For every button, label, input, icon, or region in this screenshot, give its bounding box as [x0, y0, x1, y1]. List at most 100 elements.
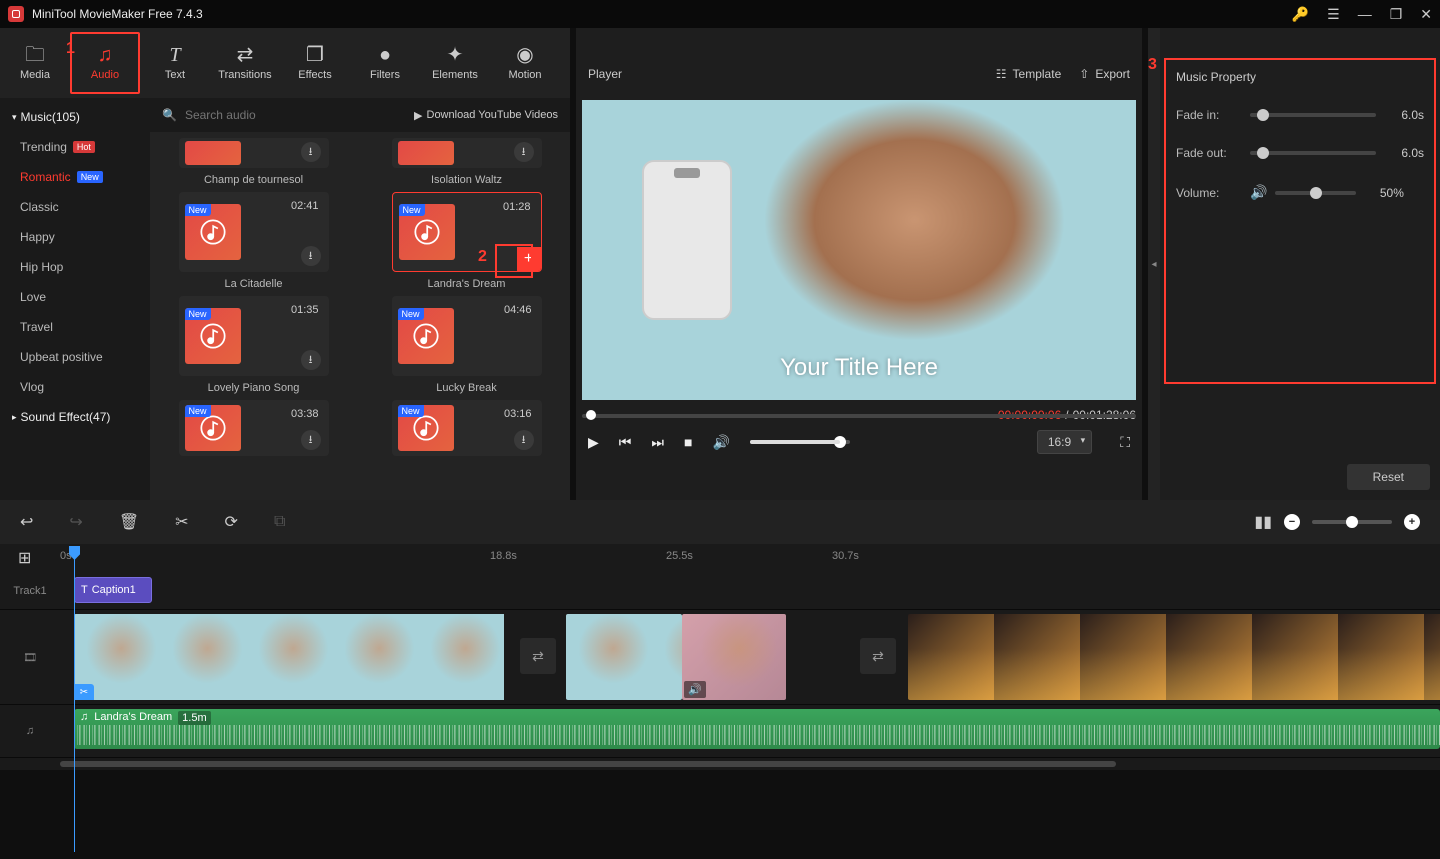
- download-icon[interactable]: ⭳: [301, 142, 321, 162]
- tab-media[interactable]: 🗀Media: [0, 32, 70, 94]
- audio-duration: 01:35: [291, 304, 319, 316]
- stop-button[interactable]: ■: [684, 434, 692, 450]
- reset-button[interactable]: Reset: [1347, 464, 1430, 490]
- delete-button[interactable]: 🗑: [119, 512, 139, 532]
- timeline-panel: ↩ ↪ 🗑 ✂ ⟳ ⧉ ▮▮ − + ⊞ 0s 18.8s 25.5s 30.7…: [0, 500, 1440, 770]
- export-button[interactable]: ⇧Export: [1079, 67, 1130, 81]
- audio-duration: 03:16: [504, 408, 532, 420]
- video-clip[interactable]: ✂: [74, 614, 508, 700]
- zoom-out-button[interactable]: −: [1284, 514, 1300, 530]
- effects-icon: ❐: [306, 45, 324, 65]
- fadeout-slider[interactable]: [1250, 151, 1376, 155]
- speed-button[interactable]: ⟳: [225, 512, 238, 532]
- category-travel[interactable]: Travel: [0, 312, 150, 342]
- playhead[interactable]: [74, 546, 75, 852]
- audio-card[interactable]: New 03:38 ⭳: [160, 400, 347, 456]
- audio-card[interactable]: New 03:16 ⭳: [373, 400, 560, 456]
- volume-value: 50%: [1364, 186, 1404, 200]
- fadein-slider[interactable]: [1250, 113, 1376, 117]
- undo-button[interactable]: ↩: [20, 512, 33, 532]
- template-button[interactable]: ☷Template: [996, 67, 1061, 81]
- tab-elements[interactable]: ✦Elements: [420, 32, 490, 94]
- youtube-icon: ▶: [414, 109, 422, 122]
- tab-audio[interactable]: ♫Audio: [70, 32, 140, 94]
- category-trending[interactable]: TrendingHot: [0, 132, 150, 162]
- zoom-slider[interactable]: [1312, 520, 1392, 524]
- category-upbeat[interactable]: Upbeat positive: [0, 342, 150, 372]
- video-clip[interactable]: 🔊: [682, 614, 786, 700]
- download-icon[interactable]: ⭳: [301, 430, 321, 450]
- download-youtube-link[interactable]: ▶Download YouTube Videos: [414, 109, 558, 122]
- redo-button: ↪: [69, 512, 82, 532]
- audio-card[interactable]: ⭳ Champ de tournesol: [160, 138, 347, 186]
- video-preview[interactable]: Your Title Here: [582, 100, 1136, 400]
- new-badge: New: [398, 308, 424, 320]
- category-classic[interactable]: Classic: [0, 192, 150, 222]
- category-love[interactable]: Love: [0, 282, 150, 312]
- seek-bar[interactable]: [582, 412, 1136, 420]
- search-input[interactable]: [185, 108, 406, 122]
- add-to-timeline-button[interactable]: +: [517, 247, 541, 271]
- music-note-icon: ♫: [98, 45, 113, 65]
- category-romantic[interactable]: RomanticNew: [0, 162, 150, 192]
- aspect-ratio-select[interactable]: 16:9: [1037, 430, 1092, 454]
- close-icon[interactable]: ✕: [1420, 6, 1432, 23]
- transition-slot[interactable]: ⇄: [860, 638, 896, 674]
- add-track-button[interactable]: ⊞: [18, 548, 31, 568]
- library-panel: 🗀Media ♫Audio TText ⇄Transitions ❐Effect…: [0, 28, 570, 500]
- transition-slot[interactable]: ⇄: [520, 638, 556, 674]
- audio-clip[interactable]: ♫ Landra's Dream 1.5m: [74, 709, 1440, 749]
- timeline-ruler[interactable]: ⊞ 0s 18.8s 25.5s 30.7s: [0, 544, 1440, 572]
- download-icon[interactable]: ⭳: [514, 142, 534, 162]
- audio-title: Champ de tournesol: [204, 174, 303, 186]
- video-clip[interactable]: [566, 614, 682, 700]
- video-clip[interactable]: [908, 614, 1440, 700]
- zoom-in-button[interactable]: +: [1404, 514, 1420, 530]
- download-icon[interactable]: ⭳: [301, 246, 321, 266]
- category-vlog[interactable]: Vlog: [0, 372, 150, 402]
- caption-clip[interactable]: T Caption1: [74, 577, 152, 603]
- volume-slider[interactable]: [750, 440, 850, 444]
- volume-icon[interactable]: 🔊: [712, 434, 729, 451]
- hot-badge: Hot: [73, 141, 95, 153]
- download-icon[interactable]: ⭳: [514, 430, 534, 450]
- prev-frame-button[interactable]: ⏮: [619, 434, 632, 451]
- split-button[interactable]: ✂: [175, 512, 188, 532]
- menu-icon[interactable]: ☰: [1327, 6, 1340, 23]
- audio-duration: 01:28: [503, 201, 531, 213]
- download-icon[interactable]: ⭳: [301, 350, 321, 370]
- audio-card-selected[interactable]: New 01:28 + Landra's Dream 2: [373, 192, 560, 290]
- timeline-scrollbar[interactable]: [0, 758, 1440, 770]
- audio-card[interactable]: ⭳ Isolation Waltz: [373, 138, 560, 186]
- track-head-audio: ♫: [0, 705, 60, 757]
- tab-motion[interactable]: ◉Motion: [490, 32, 560, 94]
- snap-icon[interactable]: ▮▮: [1254, 512, 1272, 532]
- tab-filters[interactable]: ●Filters: [350, 32, 420, 94]
- music-volume-slider[interactable]: [1275, 191, 1355, 195]
- category-soundeffect[interactable]: Sound Effect(47): [0, 402, 150, 432]
- tab-transitions[interactable]: ⇄Transitions: [210, 32, 280, 94]
- category-hiphop[interactable]: Hip Hop: [0, 252, 150, 282]
- license-key-icon[interactable]: 🔑: [1292, 6, 1309, 23]
- fullscreen-icon[interactable]: ⛶: [1120, 434, 1130, 451]
- next-frame-button[interactable]: ⏭: [651, 434, 664, 451]
- maximize-icon[interactable]: ❐: [1390, 6, 1403, 23]
- category-happy[interactable]: Happy: [0, 222, 150, 252]
- fadeout-value: 6.0s: [1384, 146, 1424, 160]
- minimize-icon[interactable]: —: [1358, 6, 1372, 22]
- search-icon: 🔍: [162, 108, 177, 122]
- category-music[interactable]: Music(105): [0, 102, 150, 132]
- layers-icon: ☷: [996, 67, 1007, 81]
- tab-effects[interactable]: ❐Effects: [280, 32, 350, 94]
- fadein-value: 6.0s: [1384, 108, 1424, 122]
- tab-text[interactable]: TText: [140, 32, 210, 94]
- new-badge: New: [77, 171, 103, 183]
- panel-collapse-handle[interactable]: ◂: [1148, 28, 1160, 500]
- track-head-caption: Track1: [0, 572, 60, 609]
- audio-card[interactable]: New 02:41 ⭳ La Citadelle: [160, 192, 347, 290]
- audio-card[interactable]: New 04:46 Lucky Break: [373, 296, 560, 394]
- play-button[interactable]: ▶: [588, 434, 599, 451]
- speaker-icon[interactable]: 🔊: [1250, 184, 1267, 201]
- filters-icon: ●: [379, 45, 391, 65]
- audio-card[interactable]: New 01:35 ⭳ Lovely Piano Song: [160, 296, 347, 394]
